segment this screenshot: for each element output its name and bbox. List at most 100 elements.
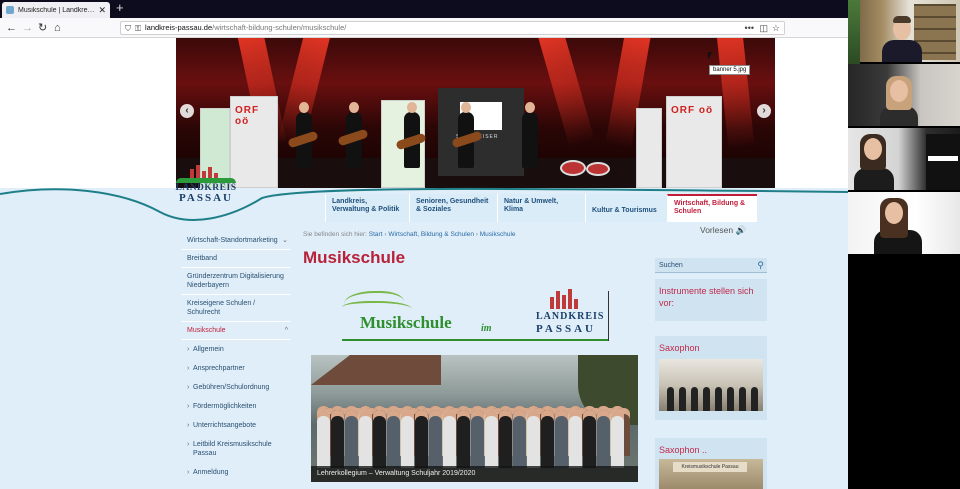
- photo-group-people: [317, 373, 633, 468]
- sidebar-item-kreiseigene-schulen[interactable]: Kreiseigene Schulen / Schulrecht: [182, 295, 290, 322]
- video-participant-3[interactable]: [848, 128, 960, 192]
- sidebar-subitem-leitbild[interactable]: › Leitbild Kreismusikschule Passau: [182, 435, 290, 463]
- sidebar-subitem-ansprechpartner[interactable]: › Ansprechpartner: [182, 359, 290, 378]
- photo-person: [527, 410, 540, 468]
- close-tab-icon[interactable]: ✕: [98, 5, 106, 16]
- sidebar-item-label: Kreiseigene Schulen / Schulrecht: [187, 300, 256, 316]
- sidebar-item-musikschule[interactable]: Musikschule ^: [182, 322, 290, 340]
- search-icon[interactable]: ⚲: [757, 258, 764, 273]
- photo-person: [513, 410, 526, 468]
- participant-face: [890, 80, 908, 102]
- rollup-banner-mid: [636, 108, 662, 188]
- banner-prev-arrow[interactable]: ‹: [180, 104, 194, 118]
- photo-person: [345, 410, 358, 468]
- musikschule-logo-landkreis: LANDKREIS: [536, 311, 605, 322]
- pocket-icon[interactable]: ◫: [759, 22, 768, 34]
- sidebar-item-gruenderzentrum[interactable]: Gründerzentrum Digitalisierung Niederbay…: [182, 268, 290, 295]
- reload-icon[interactable]: ↻: [38, 21, 47, 35]
- musikschule-logo-word: Musikschule: [360, 313, 452, 332]
- instruments-title: Instrumente stellen sich vor:: [659, 286, 754, 308]
- web-page: ORF oö SENNHEISER ORF oö ‹ › banner 5.jp…: [0, 38, 848, 489]
- sidebar-subitem-label: Leitbild Kreismusikschule Passau: [193, 441, 272, 457]
- saxophon-title[interactable]: Saxophon: [655, 336, 767, 358]
- video-participant-4[interactable]: [848, 192, 960, 256]
- musikschule-logo: Musikschule im LANDKREIS PASSAU: [338, 283, 611, 345]
- saxophon-video-box-2[interactable]: Saxophon .. Kreismusikschule Passau: [655, 438, 767, 489]
- breadcrumb: Sie befinden sich hier: Start › Wirtscha…: [303, 231, 516, 238]
- forward-icon[interactable]: →: [22, 21, 33, 35]
- chevron-down-icon[interactable]: ⌄: [282, 236, 288, 245]
- sidebar-item-label: Gründerzentrum Digitalisierung Niederbay…: [187, 273, 284, 289]
- photo-person: [499, 410, 512, 468]
- saxophon-video-box[interactable]: Saxophon: [655, 336, 767, 420]
- breadcrumb-link-wirtschaft[interactable]: Wirtschaft, Bildung & Schulen: [388, 231, 474, 238]
- logo-towers-icon: [174, 165, 238, 183]
- sidebar-item-label: Breitband: [187, 255, 217, 262]
- saxophon-thumbnail[interactable]: [659, 359, 763, 411]
- sidebar-subitem-unterrichtsangebote[interactable]: › Unterrichtsangebote: [182, 416, 290, 435]
- saxophon-thumbnail-2[interactable]: Kreismusikschule Passau: [659, 459, 763, 489]
- landkreis-passau-logo[interactable]: LANDKREIS PASSAU: [174, 165, 238, 215]
- new-tab-button[interactable]: +: [116, 1, 124, 15]
- thumbnail-plate-text: Kreismusikschule Passau: [673, 462, 747, 472]
- bookmark-star-icon[interactable]: ☆: [772, 22, 780, 34]
- photo-person: [317, 410, 330, 468]
- search-placeholder: Suchen: [659, 262, 683, 269]
- nav-item-natur[interactable]: Natur & Umwelt, Klima: [497, 194, 585, 222]
- breadcrumb-separator: ›: [384, 231, 387, 238]
- nav-item-landkreis[interactable]: Landkreis, Verwaltung & Politik: [325, 194, 409, 222]
- left-sidebar-nav: Wirtschaft-Standortmarketing ⌄ Breitband…: [182, 232, 290, 482]
- sidebar-subitem-label: Allgemein: [193, 346, 224, 353]
- sidebar-subitem-label: Gebühren/Schulordnung: [193, 384, 270, 391]
- nav-item-senioren[interactable]: Senioren, Gesundheit & Soziales: [409, 194, 497, 222]
- banner-tooltip: banner 5.jpg: [709, 65, 751, 75]
- photo-person: [471, 410, 484, 468]
- nav-item-kultur[interactable]: Kultur & Tourismus: [585, 194, 667, 222]
- sidebar-subitem-label: Unterrichtsangebote: [193, 422, 257, 429]
- drum-kit: [556, 148, 626, 176]
- url-bar[interactable]: ⛉ ⚿ landkreis-passau.de/wirtschaft-bildu…: [120, 21, 785, 35]
- home-icon[interactable]: ⌂: [54, 21, 61, 35]
- sidebar-item-label: Wirtschaft-Standortmarketing: [187, 237, 278, 244]
- window-edge: [848, 0, 860, 64]
- photo-person: [331, 410, 344, 468]
- banner-next-arrow[interactable]: ›: [757, 104, 771, 118]
- hero-banner[interactable]: ORF oö SENNHEISER ORF oö ‹ ›: [176, 38, 775, 188]
- photo-person: [569, 410, 582, 468]
- shield-icon[interactable]: ⛉: [125, 23, 131, 35]
- sidebar-subitem-allgemein[interactable]: › Allgemein: [182, 340, 290, 359]
- instruments-box: Instrumente stellen sich vor:: [655, 279, 767, 321]
- photo-person: [597, 410, 610, 468]
- favicon-icon: [6, 6, 14, 14]
- page-actions-icon[interactable]: •••: [745, 22, 754, 34]
- sidebar-item-breitband[interactable]: Breitband: [182, 250, 290, 268]
- sidebar-subitem-foerdermoeglichkeiten[interactable]: › Fördermöglichkeiten: [182, 397, 290, 416]
- back-icon[interactable]: ←: [6, 21, 17, 35]
- sidebar-subitem-label: Ansprechpartner: [193, 365, 245, 372]
- mouse-cursor-icon: [708, 52, 712, 60]
- video-participant-2[interactable]: [848, 64, 960, 128]
- breadcrumb-link-start[interactable]: Start: [369, 231, 383, 238]
- lock-icon[interactable]: ⚿: [135, 23, 141, 35]
- read-aloud-button[interactable]: Vorlesen 🔊: [700, 225, 746, 236]
- logo-underline: [342, 339, 608, 341]
- nav-item-wirtschaft[interactable]: Wirtschaft, Bildung & Schulen: [667, 194, 757, 222]
- saxophon-title-2[interactable]: Saxophon ..: [655, 438, 767, 460]
- browser-tab[interactable]: Musikschule | Landkreis Passau ✕: [2, 2, 110, 18]
- teachers-group-photo[interactable]: Lehrerkollegium – Verwaltung Schuljahr 2…: [311, 355, 638, 482]
- video-participant-1[interactable]: [848, 0, 960, 64]
- breadcrumb-separator: ›: [475, 231, 478, 238]
- drum: [586, 162, 610, 176]
- participant-face: [864, 138, 882, 160]
- photo-person: [359, 410, 372, 468]
- chevron-up-icon[interactable]: ^: [285, 326, 288, 335]
- photo-caption: Lehrerkollegium – Verwaltung Schuljahr 2…: [311, 466, 638, 482]
- sidebar-subitem-anmeldung[interactable]: › Anmeldung: [182, 463, 290, 482]
- search-input[interactable]: Suchen ⚲: [655, 258, 767, 273]
- stage-screen: SENNHEISER: [438, 88, 524, 176]
- sidebar-item-standortmarketing[interactable]: Wirtschaft-Standortmarketing ⌄: [182, 232, 290, 250]
- browser-nav-bar: ← → ↻ ⌂ ⛉ ⚿ landkreis-passau.de/wirtscha…: [0, 18, 848, 38]
- sidebar-subitem-gebuehren[interactable]: › Gebühren/Schulordnung: [182, 378, 290, 397]
- breadcrumb-current[interactable]: Musikschule: [480, 231, 516, 238]
- url-path: /wirtschaft-bildung-schulen/musikschule/: [212, 23, 347, 32]
